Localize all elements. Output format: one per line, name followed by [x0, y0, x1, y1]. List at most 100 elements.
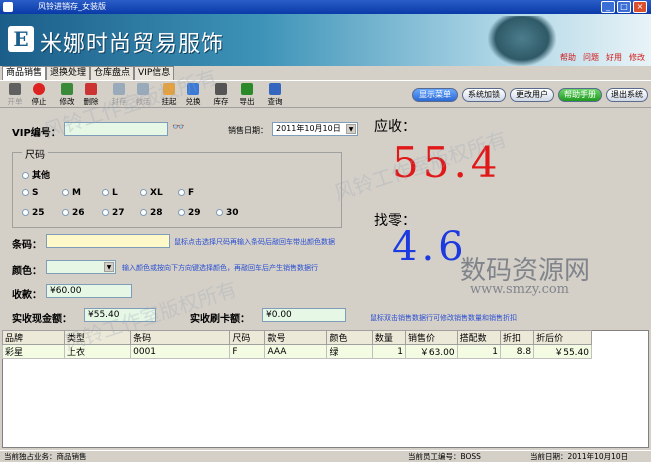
cell-brand[interactable]: 彩星	[2, 344, 65, 359]
show-menu-button[interactable]: 显示菜单	[412, 88, 458, 102]
col-match-count[interactable]: 搭配数	[456, 330, 502, 345]
change-value: 4.6	[392, 224, 468, 270]
watermark-text: 数码资源网	[460, 256, 591, 286]
minimize-button[interactable]: _	[601, 1, 615, 13]
tab-returns[interactable]: 退换处理	[46, 66, 91, 80]
cell-final-price[interactable]: ￥55.40	[533, 344, 592, 359]
chevron-down-icon[interactable]: ▼	[104, 262, 114, 272]
amount-due-value: 55.4	[392, 138, 502, 187]
cash-input[interactable]: ¥55.40	[84, 308, 156, 322]
stock-icon	[215, 83, 227, 95]
size-28-radio[interactable]: 28	[140, 208, 163, 218]
delete-button[interactable]: 删除	[80, 83, 102, 107]
size-m-radio[interactable]: M	[62, 188, 81, 198]
color-select[interactable]: ▼	[46, 260, 116, 274]
barcode-input[interactable]	[46, 234, 170, 248]
col-brand[interactable]: 品牌	[2, 330, 65, 345]
exit-system-button[interactable]: 退出系统	[606, 88, 648, 102]
restore-icon	[137, 83, 149, 95]
col-quantity[interactable]: 数量	[371, 330, 406, 345]
col-size[interactable]: 尺码	[229, 330, 266, 345]
chevron-down-icon[interactable]: ▼	[346, 124, 356, 134]
size-30-radio[interactable]: 30	[216, 208, 239, 218]
barcode-hint: 鼠标点击选择尺码再输入条码后敲回车带出颜色数据	[174, 238, 335, 246]
archive-button[interactable]: 封存	[108, 83, 130, 107]
edit-icon	[61, 83, 73, 95]
size-27-radio[interactable]: 27	[102, 208, 125, 218]
size-26-radio[interactable]: 26	[62, 208, 85, 218]
company-name: 米娜时尚贸易服饰	[40, 32, 225, 57]
col-discount[interactable]: 折扣	[499, 330, 535, 345]
size-other-radio[interactable]: 其他	[22, 168, 50, 181]
cell-match-count[interactable]: 1	[456, 344, 502, 359]
cell-quantity[interactable]: 1	[371, 344, 406, 359]
cell-type[interactable]: 上衣	[63, 344, 132, 359]
new-order-button[interactable]: 开单	[4, 83, 26, 107]
size-s-radio[interactable]: S	[22, 188, 38, 198]
company-logo-icon: E	[8, 26, 34, 52]
hold-button[interactable]: 挂起	[158, 83, 180, 107]
link-modify[interactable]: 修改	[629, 52, 645, 63]
sale-date-label: 销售日期：	[228, 126, 268, 135]
window-title: 风铃进销存_女装版	[38, 2, 106, 11]
cell-size[interactable]: F	[229, 344, 266, 359]
stock-button[interactable]: 库存	[210, 83, 232, 107]
lock-system-button[interactable]: 系统加锁	[462, 88, 506, 102]
change-user-button[interactable]: 更改用户	[510, 88, 554, 102]
binoculars-icon[interactable]: 👓	[172, 122, 184, 133]
cell-barcode[interactable]: 0001	[130, 344, 231, 359]
edit-button[interactable]: 修改	[56, 83, 78, 107]
col-price[interactable]: 销售价	[404, 330, 458, 345]
link-question[interactable]: 问题	[583, 52, 599, 63]
card-input[interactable]: ¥0.00	[262, 308, 346, 322]
size-f-radio[interactable]: F	[178, 188, 194, 198]
stop-button[interactable]: 停止	[28, 83, 50, 107]
col-barcode[interactable]: 条码	[130, 330, 231, 345]
vip-number-input[interactable]	[64, 122, 168, 136]
received-label: 收款：	[12, 290, 42, 301]
restore-button[interactable]: 救活	[132, 83, 154, 107]
sales-table: 品牌 类型 条码 尺码 款号 颜色 数量 销售价 搭配数 折扣 折后价 彩星 上…	[2, 330, 592, 359]
exchange-button[interactable]: 兑换	[182, 83, 204, 107]
tab-sales[interactable]: 商品销售	[2, 66, 47, 80]
received-input[interactable]: ¥60.00	[46, 284, 132, 298]
color-hint: 输入颜色或按向下方向键选择颜色，再敲回车后产生销售数据行	[122, 264, 318, 272]
close-button[interactable]: ×	[633, 1, 647, 13]
watermark-text: www.smzy.com	[470, 282, 570, 297]
tab-inventory[interactable]: 仓库盘点	[90, 66, 135, 80]
header-banner: E 米娜时尚贸易服饰 帮助 问题 好用 修改	[0, 14, 651, 66]
vip-label: VIP编号：	[12, 128, 61, 139]
size-29-radio[interactable]: 29	[178, 208, 201, 218]
size-l-radio[interactable]: L	[102, 188, 118, 198]
size-legend: 尺码	[22, 146, 48, 161]
size-xl-radio[interactable]: XL	[140, 188, 163, 198]
hold-icon	[163, 83, 175, 95]
exchange-icon	[187, 83, 199, 95]
cell-price[interactable]: ￥63.00	[404, 344, 458, 359]
help-manual-button[interactable]: 帮助手册	[558, 88, 602, 102]
barcode-label: 条码：	[12, 240, 42, 251]
status-date: 当前日期：2011年10月10日	[530, 452, 629, 461]
query-button[interactable]: 查询	[264, 83, 286, 107]
export-button[interactable]: 导出	[236, 83, 258, 107]
query-icon	[269, 83, 281, 95]
tab-vip[interactable]: VIP信息	[134, 66, 175, 80]
status-employee: 当前员工编号：BOSS	[408, 452, 481, 461]
col-color[interactable]: 颜色	[326, 330, 373, 345]
link-help[interactable]: 帮助	[560, 52, 576, 63]
cell-color[interactable]: 绿	[326, 344, 373, 359]
cash-label: 实收现金额：	[12, 314, 72, 325]
size-25-radio[interactable]: 25	[22, 208, 45, 218]
col-style-no[interactable]: 款号	[264, 330, 328, 345]
delete-icon	[85, 83, 97, 95]
link-useful[interactable]: 好用	[606, 52, 622, 63]
sale-date-picker[interactable]: 2011年10月10日 ▼	[272, 122, 358, 136]
col-type[interactable]: 类型	[63, 330, 132, 345]
cell-discount[interactable]: 8.8	[499, 344, 535, 359]
col-final-price[interactable]: 折后价	[533, 330, 592, 345]
maximize-button[interactable]: □	[617, 1, 631, 13]
cell-style-no[interactable]: AAA	[264, 344, 328, 359]
app-icon	[3, 2, 13, 12]
table-row[interactable]: 彩星 上衣 0001 F AAA 绿 1 ￥63.00 1 8.8 ￥55.40	[2, 344, 592, 359]
export-icon	[241, 83, 253, 95]
